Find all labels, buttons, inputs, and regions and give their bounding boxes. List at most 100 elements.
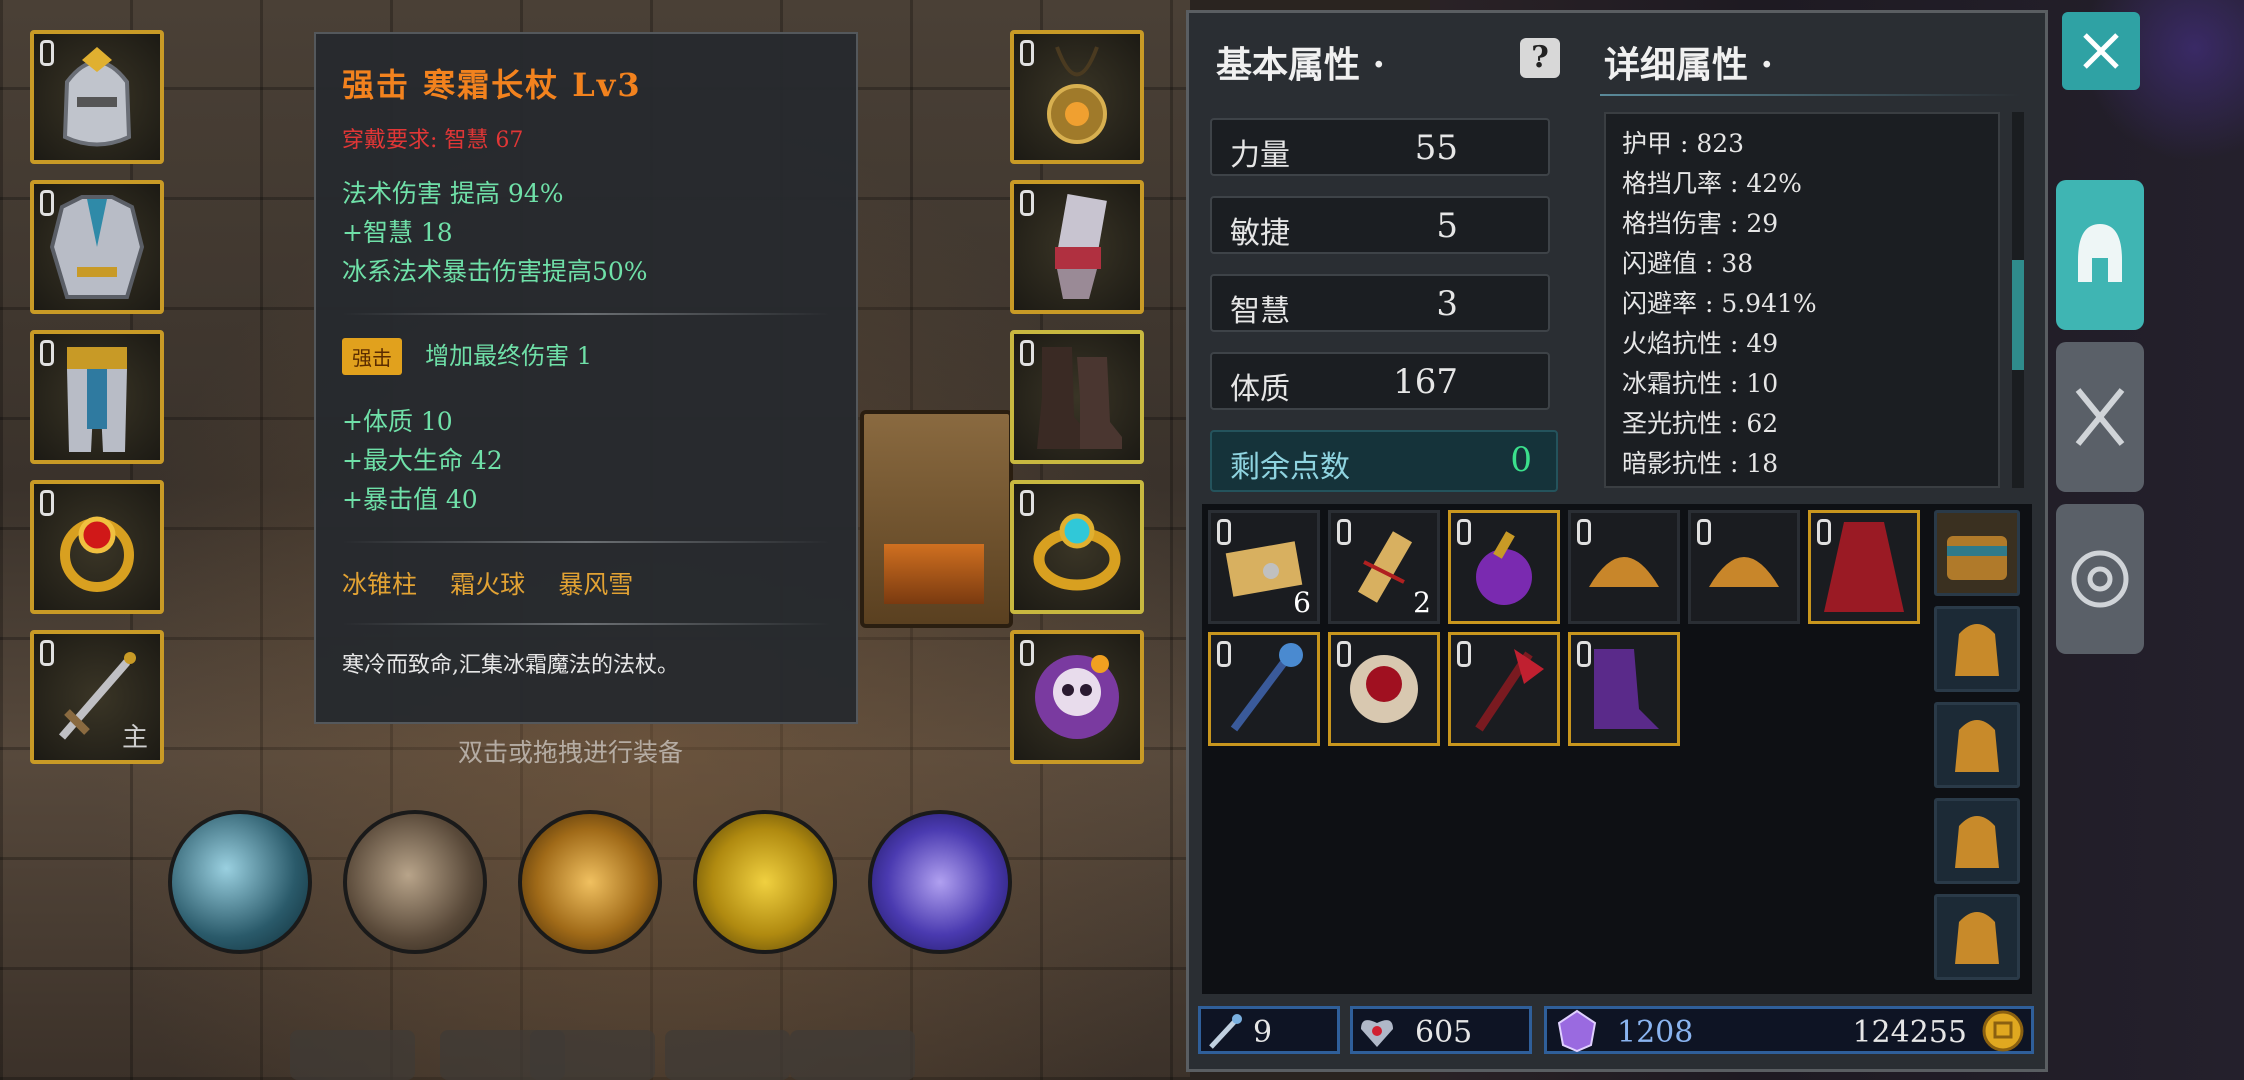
skill-boot-icon[interactable] <box>868 810 1012 954</box>
wand-icon <box>1209 1014 1242 1049</box>
tab-equipment[interactable] <box>2056 180 2144 330</box>
detail-scrollbar[interactable] <box>2012 112 2024 488</box>
detail-row: 格挡伤害 : 29 <box>1622 209 1779 238</box>
floor-slot <box>290 1030 415 1080</box>
rolled-scroll-icon <box>1357 531 1413 603</box>
extra-stat: +体质 10 <box>342 407 453 436</box>
equip-slot-amulet[interactable] <box>1010 30 1144 164</box>
bag-slot[interactable] <box>1934 510 2020 596</box>
remaining-label: 剩余点数 <box>1230 450 1350 485</box>
floor-slot <box>790 1030 915 1080</box>
leg-armor-icon <box>67 347 127 452</box>
bag-slot[interactable] <box>1934 702 2020 788</box>
heart-value: 605 <box>1415 1015 1473 1050</box>
detail-row: 闪避值 : 38 <box>1622 249 1754 278</box>
skill-hood-icon[interactable] <box>343 810 487 954</box>
stat-constitution: 体质 167 <box>1210 352 1550 410</box>
header-underline <box>1600 94 2020 96</box>
enhance-badge: 强击 <box>342 338 402 375</box>
target-icon <box>2071 550 2129 608</box>
equip-slot-ring-left[interactable] <box>30 480 164 614</box>
enhance-row: 强击 增加最终伤害 1 <box>342 337 830 376</box>
inventory-slot[interactable]: 6 <box>1208 510 1320 624</box>
backpack-icon <box>1955 816 1999 868</box>
skull-offhand-icon <box>1035 655 1119 739</box>
detail-row: 护甲 : 823 <box>1622 129 1745 158</box>
equip-slot-gloves[interactable] <box>1010 180 1144 314</box>
skill-name: 暴风雪 <box>558 570 634 599</box>
currency-gem-gold: 1208 124255 <box>1544 1006 2034 1054</box>
ruby-ring-icon <box>60 516 134 592</box>
detail-row: 暗影抗性 : 18 <box>1622 449 1779 478</box>
inventory-slot[interactable] <box>1808 510 1920 624</box>
bag-slot[interactable] <box>1934 894 2020 980</box>
base-stat: +智慧 18 <box>342 218 453 247</box>
bag-slot[interactable] <box>1934 798 2020 884</box>
inventory-slot[interactable] <box>1448 632 1560 746</box>
equip-slot-boots[interactable] <box>1010 330 1144 464</box>
inventory-slot[interactable] <box>1568 632 1680 746</box>
crossed-weapons-icon <box>2075 388 2125 446</box>
enhance-text: 增加最终伤害 1 <box>425 342 592 370</box>
base-stat: 法术伤害 提高 94% <box>342 179 564 208</box>
basic-attributes-title: 基本属性 · <box>1216 44 1386 86</box>
ruby-orb-icon <box>1350 655 1418 723</box>
shell-icon <box>1589 557 1659 587</box>
detail-row: 火焰抗性 : 49 <box>1622 329 1779 358</box>
skill-strike-icon[interactable] <box>518 810 662 954</box>
inventory-slot[interactable] <box>1688 510 1800 624</box>
bag-slot[interactable] <box>1934 606 2020 692</box>
equip-slot-legs[interactable] <box>30 330 164 464</box>
equip-slot-main-hand[interactable]: 主 <box>30 630 164 764</box>
detail-stats-list[interactable]: 护甲 : 823 格挡几率 : 42% 格挡伤害 : 29 闪避值 : 38 闪… <box>1604 112 2000 488</box>
equip-slot-offhand[interactable] <box>1010 630 1144 764</box>
skill-name: 霜火球 <box>450 570 526 599</box>
item-count: 6 <box>1293 586 1311 619</box>
close-icon <box>2083 33 2119 69</box>
claw-boots-icon <box>1594 649 1659 729</box>
divider <box>342 541 830 543</box>
help-icon[interactable]: ? <box>1520 38 1560 78</box>
equip-slot-ring-right[interactable] <box>1010 480 1144 614</box>
skill-ice-shard-icon[interactable] <box>168 810 312 954</box>
extra-stat: +最大生命 42 <box>342 446 503 475</box>
inventory-slot[interactable]: 2 <box>1328 510 1440 624</box>
gauntlet-icon <box>1055 193 1107 299</box>
tab-settings[interactable] <box>2056 504 2144 654</box>
detail-row: 圣光抗性 : 62 <box>1622 409 1779 438</box>
inventory-slot[interactable] <box>1568 510 1680 624</box>
amulet-icon <box>1047 46 1107 144</box>
gold-value: 124255 <box>1852 1015 1967 1050</box>
floor-slot <box>665 1030 790 1080</box>
stat-value: 5 <box>1436 206 1458 246</box>
crystal-heart-icon <box>1361 1020 1393 1047</box>
inventory-slot[interactable] <box>1328 632 1440 746</box>
base-stat: 冰系法术暴击伤害提高50% <box>342 257 648 286</box>
sapphire-ring-icon <box>1033 513 1121 591</box>
potion-icon <box>1476 531 1532 605</box>
scrollbar-thumb[interactable] <box>2012 260 2024 370</box>
tab-skills[interactable] <box>2056 342 2144 492</box>
stat-strength: 力量 55 <box>1210 118 1550 176</box>
staff-icon <box>1230 643 1303 732</box>
inventory-slot[interactable] <box>1448 510 1560 624</box>
close-button[interactable] <box>2062 12 2140 90</box>
skill-dash-icon[interactable] <box>693 810 837 954</box>
equip-slot-helmet[interactable] <box>30 30 164 164</box>
floor-slot <box>530 1030 655 1080</box>
stat-label: 力量 <box>1230 138 1290 173</box>
stat-agility: 敏捷 5 <box>1210 196 1550 254</box>
stat-value: 3 <box>1436 284 1458 324</box>
axe-icon <box>1475 649 1544 732</box>
remaining-points: 剩余点数 0 <box>1210 430 1558 492</box>
inventory-slot[interactable] <box>1208 632 1320 746</box>
stat-label: 智慧 <box>1230 294 1290 329</box>
remaining-value: 0 <box>1510 440 1532 480</box>
detail-row: 格挡几率 : 42% <box>1622 169 1802 198</box>
purple-gem-icon <box>1557 1009 1597 1053</box>
skill-name: 冰锥柱 <box>342 570 418 599</box>
stat-label: 体质 <box>1230 372 1290 407</box>
equip-slot-chest[interactable] <box>30 180 164 314</box>
divider <box>342 313 830 315</box>
